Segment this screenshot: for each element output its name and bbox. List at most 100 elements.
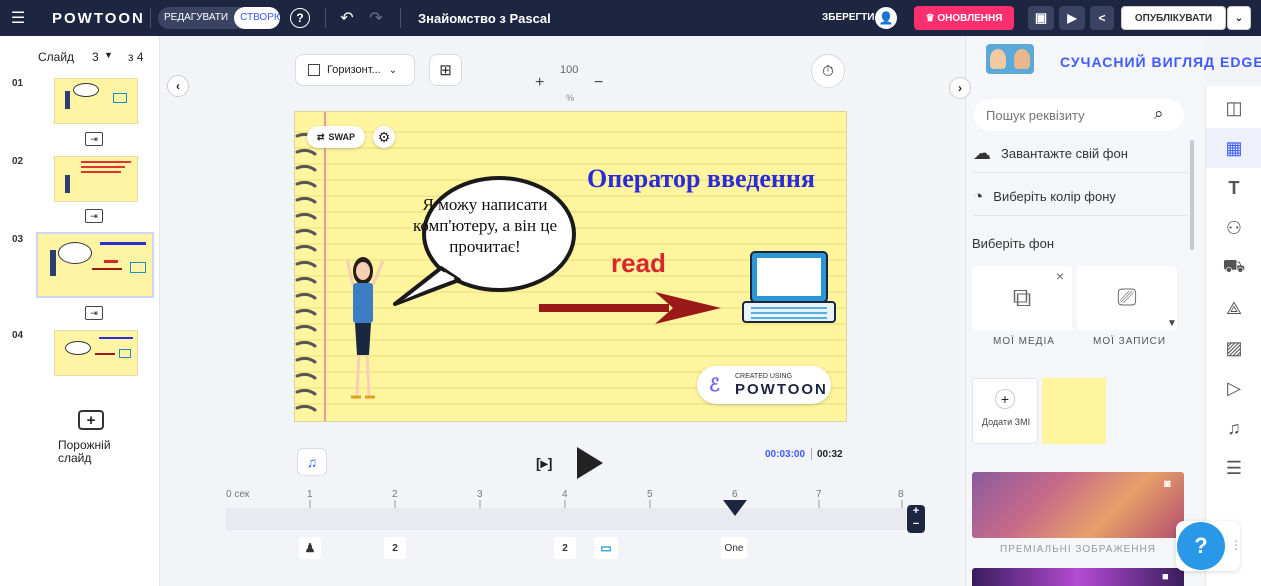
upload-background-item[interactable]: ☁ Завантажте свій фон — [973, 135, 1189, 173]
timeline-zoom-out[interactable]: − — [907, 518, 925, 531]
play-preview-icon[interactable]: ▶ — [1059, 6, 1085, 30]
publish-button[interactable]: ОПУБЛІКУВАТИ — [1121, 6, 1226, 30]
slide-thumbnail-4[interactable] — [54, 330, 138, 376]
slide-canvas[interactable]: ⇄ SWAP ⚙ Я можу написати комп'ютеру, а в… — [294, 111, 847, 422]
backgrounds-icon[interactable]: ▦ — [1206, 128, 1261, 168]
more-vertical-icon[interactable]: ⋮ — [1230, 538, 1242, 552]
timeline-tick: 7 — [816, 489, 822, 500]
transition-icon[interactable]: ⇥ — [85, 306, 103, 320]
collapse-right-panel-icon[interactable]: › — [949, 77, 971, 99]
premium-image-thumbnail[interactable]: ◙ — [972, 472, 1184, 538]
mode-toggle[interactable]: РЕДАГУВАТИ СТВОРЮЙТЕ — [158, 7, 280, 29]
timeline-zoom-in[interactable]: + — [907, 505, 925, 518]
add-media-button[interactable]: + Додати ЗМІ — [972, 378, 1038, 444]
my-records-label[interactable]: МОЇ ЗАПИСИ — [1093, 336, 1166, 347]
undo-icon[interactable]: ↶ — [337, 8, 357, 28]
top-bar: ☰ POWTOON РЕДАГУВАТИ СТВОРЮЙТЕ ? ↶ ↷ Зна… — [0, 0, 1261, 36]
laptop-icon[interactable] — [739, 250, 839, 330]
save-button[interactable]: ЗБЕРЕГТИ — [822, 12, 874, 23]
search-input[interactable] — [986, 106, 1146, 124]
share-icon[interactable]: < — [1090, 6, 1114, 30]
publish-dropdown-chevron-icon[interactable]: ⌄ — [1227, 6, 1251, 30]
slide-thumbnail-2[interactable] — [54, 156, 138, 202]
shapes-icon[interactable]: ⟁ — [1206, 288, 1261, 328]
category-icon-bar: ◫ ▦ T ⚇ ⛟ ⟁ ▨ ▷ ♫ ☰ — [1205, 86, 1261, 586]
mode-create[interactable]: СТВОРЮЙТЕ — [234, 7, 280, 29]
my-records-card[interactable]: ⎚ — [1077, 266, 1177, 330]
timeline-marker[interactable]: 2 — [384, 537, 406, 559]
powtoon-logo[interactable]: POWTOON — [52, 10, 145, 27]
collapse-left-panel-icon[interactable]: ‹ — [167, 75, 189, 97]
close-icon[interactable]: × — [1056, 268, 1064, 284]
cloud-upload-icon: ☁ — [973, 143, 991, 163]
orientation-dropdown[interactable]: Горизонт... ⌄ — [295, 54, 415, 86]
read-text[interactable]: read — [611, 248, 666, 279]
blank-slide-label[interactable]: Порожній слайд — [58, 439, 128, 465]
timeline-marker[interactable]: 2 — [554, 537, 576, 559]
my-media-label[interactable]: МОЇ МЕДІА — [993, 336, 1055, 347]
timeline-track[interactable] — [226, 508, 906, 530]
watermark-logo-text: POWTOON — [735, 381, 828, 398]
hamburger-menu-icon[interactable]: ☰ — [8, 8, 28, 28]
transition-icon[interactable]: ⇥ — [85, 132, 103, 146]
help-icon[interactable]: ? — [290, 8, 310, 28]
slide-title-text[interactable]: Оператор введення — [587, 164, 815, 194]
characters-icon[interactable]: ⚇ — [1206, 208, 1261, 248]
search-icon[interactable]: ⌕ — [1154, 104, 1164, 124]
transition-icon[interactable]: ⇥ — [85, 209, 103, 223]
play-scene-icon[interactable]: [▸] — [536, 455, 552, 472]
music-icon[interactable]: ♫ — [1206, 408, 1261, 448]
powtoon-watermark[interactable]: ℰ CREATED USING POWTOON — [697, 366, 831, 404]
redo-icon[interactable]: ↷ — [366, 8, 386, 28]
red-arrow-shape[interactable] — [535, 288, 725, 328]
slide-selector[interactable]: 3 — [92, 50, 99, 64]
divider — [400, 8, 401, 28]
props-icon[interactable]: ⛟ — [1206, 248, 1261, 288]
video-icon[interactable]: ▷ — [1206, 368, 1261, 408]
orientation-icon — [308, 64, 320, 76]
choose-color-item[interactable]: ◔ Виберіть колір фону — [973, 178, 1189, 216]
speech-bubble-text[interactable]: Я можу написати комп'ютеру, а він це про… — [407, 194, 563, 257]
music-note-icon[interactable]: ♫ — [297, 448, 327, 476]
playhead-marker[interactable] — [723, 500, 747, 516]
slide-number: 01 — [12, 78, 24, 89]
add-media-label: Додати ЗМІ — [981, 417, 1031, 427]
zoom-out-button[interactable]: − — [594, 74, 603, 92]
search-box[interactable]: ⌕ — [974, 99, 1184, 131]
slides-panel: Слайд 3 ▼ з 4 01 ⇥ 02 ⇥ 03 ⇥ 04 + Порожн… — [0, 36, 160, 586]
preview-screen-icon[interactable]: ▣ — [1028, 6, 1054, 30]
timeline-tick: 1 — [307, 489, 313, 500]
laptop-marker-icon[interactable]: ▭ — [594, 537, 618, 559]
teacher-character[interactable] — [335, 247, 397, 407]
swap-button[interactable]: ⇄ SWAP — [307, 126, 365, 148]
scrollbar-thumb[interactable] — [1190, 140, 1194, 250]
timeline-tick: 8 — [898, 489, 904, 500]
add-scene-timer-icon[interactable]: ⏱ — [811, 54, 845, 88]
upgrade-button[interactable]: ♛ ОНОВЛЕННЯ — [914, 6, 1014, 30]
help-button[interactable]: ? — [1177, 522, 1225, 570]
layouts-icon[interactable]: ◫ — [1206, 88, 1261, 128]
images-icon[interactable]: ▨ — [1206, 328, 1261, 368]
grid-toggle-icon[interactable]: ⊞ — [429, 54, 462, 86]
timeline-marker[interactable]: One — [721, 537, 747, 559]
add-blank-slide-icon[interactable]: + — [78, 410, 104, 430]
mode-edit[interactable]: РЕДАГУВАТИ — [158, 7, 234, 29]
text-icon[interactable]: T — [1206, 168, 1261, 208]
chevron-down-icon[interactable]: ▼ — [104, 50, 113, 60]
character-marker-icon[interactable]: ♟ — [299, 537, 321, 559]
premium-image-thumbnail[interactable]: ■ — [972, 568, 1184, 586]
presentation-title[interactable]: Знайомство з Pascal — [418, 11, 551, 26]
premium-images-label[interactable]: ПРЕМІАЛЬНІ ЗОБРАЖЕННЯ — [1000, 544, 1156, 555]
timeline-zoom-control[interactable]: + − — [907, 505, 925, 533]
user-avatar-icon[interactable]: 👤 — [875, 7, 897, 29]
background-swatch-yellow[interactable] — [1042, 378, 1106, 444]
gear-icon[interactable]: ⚙ — [373, 126, 395, 148]
zoom-in-button[interactable]: + — [535, 74, 544, 92]
slide-thumbnail-1[interactable] — [54, 78, 138, 124]
swap-label: SWAP — [328, 132, 356, 142]
play-icon[interactable] — [577, 447, 603, 479]
style-header[interactable]: СУЧАСНИЙ ВИГЛЯД EDGE — [1060, 54, 1261, 70]
chevron-down-icon[interactable]: ▼ — [1167, 318, 1177, 329]
slide-thumbnail-3[interactable] — [36, 232, 154, 298]
special-fx-icon[interactable]: ☰ — [1206, 448, 1261, 488]
